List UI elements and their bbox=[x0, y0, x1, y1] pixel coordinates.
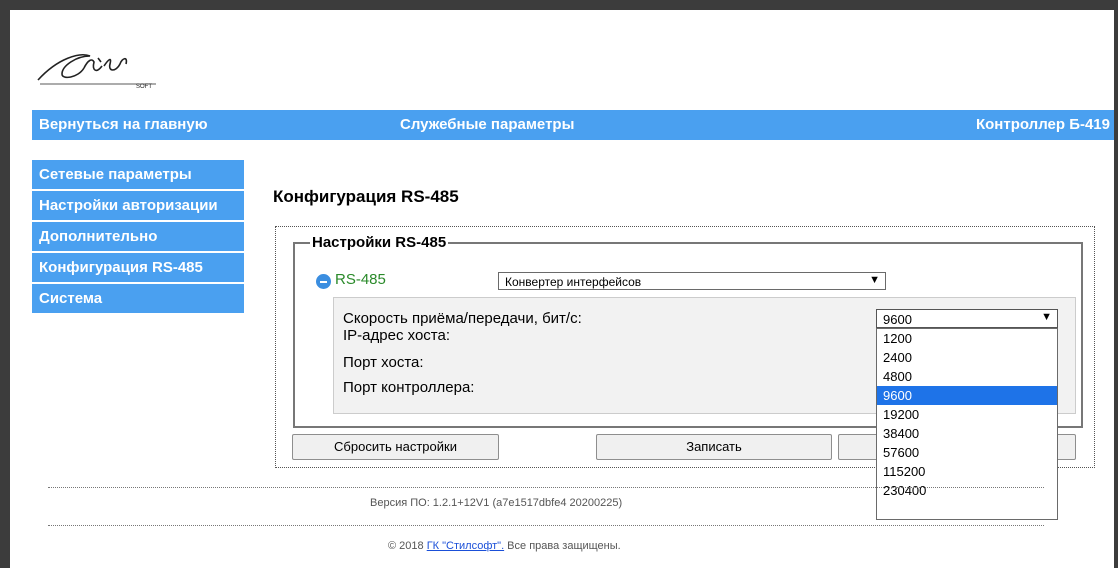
chevron-down-icon: ▼ bbox=[869, 274, 880, 286]
home-link[interactable]: Вернуться на главную bbox=[39, 116, 208, 133]
sidebar-item-network[interactable]: Сетевые параметры bbox=[32, 160, 244, 189]
device-name: Контроллер Б-419 bbox=[975, 116, 1110, 133]
mode-select[interactable]: Конвертер интерфейсов ▼ bbox=[498, 272, 886, 290]
chevron-down-icon: ▼ bbox=[1041, 311, 1052, 323]
sidebar-item-system[interactable]: Система bbox=[32, 284, 244, 313]
firmware-version: Версия ПО: 1.2.1+12V1 (a7e1517dbfe4 2020… bbox=[370, 497, 623, 509]
speed-dropdown-list: 1200 2400 4800 9600 19200 38400 57600 11… bbox=[876, 328, 1058, 520]
speed-option[interactable]: 57600 bbox=[877, 443, 1057, 462]
copyright-suffix: Все права защищены. bbox=[504, 540, 621, 552]
host-port-label: Порт хоста: bbox=[343, 354, 424, 371]
speed-option-selected[interactable]: 9600 bbox=[877, 386, 1057, 405]
sidebar-item-rs485[interactable]: Конфигурация RS-485 bbox=[32, 253, 244, 282]
speed-option[interactable]: 115200 bbox=[877, 462, 1057, 481]
sidebar-item-authorization[interactable]: Настройки авторизации bbox=[32, 191, 244, 220]
service-params-title: Служебные параметры bbox=[400, 116, 575, 133]
speed-option[interactable]: 19200 bbox=[877, 405, 1057, 424]
reset-settings-button[interactable]: Сбросить настройки bbox=[292, 434, 499, 460]
speed-option[interactable]: 2400 bbox=[877, 348, 1057, 367]
speed-option[interactable]: 230400 bbox=[877, 481, 1057, 500]
speed-select-value: 9600 bbox=[883, 312, 912, 327]
divider bbox=[48, 487, 1044, 488]
controller-port-label: Порт контроллера: bbox=[343, 379, 475, 396]
logo-soft-text: SOFT bbox=[136, 84, 152, 90]
rs485-label: RS-485 bbox=[335, 271, 386, 288]
sidebar: Сетевые параметры Настройки авторизации … bbox=[32, 160, 244, 315]
fieldset-legend: Настройки RS-485 bbox=[310, 234, 449, 251]
speed-label: Скорость приёма/передачи, бит/с: bbox=[343, 310, 582, 327]
page-title: Конфигурация RS-485 bbox=[273, 187, 459, 206]
write-button[interactable]: Записать bbox=[596, 434, 832, 460]
speed-option[interactable]: 38400 bbox=[877, 424, 1057, 443]
copyright: © 2018 ГК "Стилсофт". Все права защищены… bbox=[388, 540, 621, 552]
stilsoft-logo: SOFT bbox=[37, 54, 156, 90]
host-ip-label: IP-адрес хоста: bbox=[343, 327, 450, 344]
speed-option[interactable]: 4800 bbox=[877, 367, 1057, 386]
divider bbox=[48, 525, 1044, 526]
copyright-prefix: © 2018 bbox=[388, 540, 427, 552]
speed-select[interactable]: 9600 ▼ bbox=[876, 309, 1058, 328]
top-navigation-bar: Вернуться на главную Служебные параметры… bbox=[32, 110, 1114, 140]
collapse-icon[interactable] bbox=[316, 274, 331, 289]
sidebar-item-additional[interactable]: Дополнительно bbox=[32, 222, 244, 251]
page: SOFT Вернуться на главную Служебные пара… bbox=[10, 10, 1114, 568]
company-link[interactable]: ГК "Стилсофт". bbox=[427, 540, 504, 552]
speed-option[interactable]: 1200 bbox=[877, 329, 1057, 348]
mode-select-value: Конвертер интерфейсов bbox=[505, 275, 642, 289]
